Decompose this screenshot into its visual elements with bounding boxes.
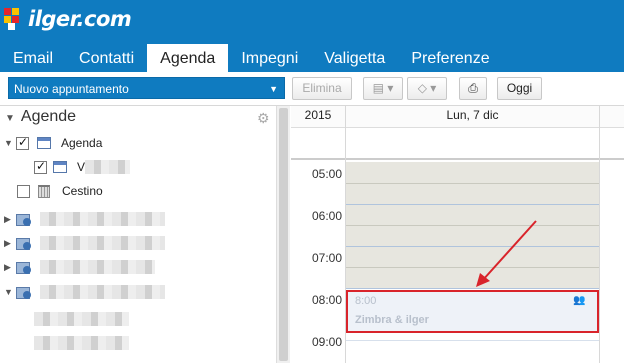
redacted-text (40, 285, 165, 299)
annotation-arrow (476, 220, 537, 287)
sidebar-shared-item[interactable]: ▶ (4, 210, 165, 228)
new-appointment-button[interactable]: Nuovo appuntamento ▼ (8, 77, 285, 99)
new-appointment-label: Nuovo appuntamento (14, 82, 129, 96)
redacted-text (40, 212, 165, 226)
tag-icon: ◇ ▾ (417, 81, 437, 95)
attendees-icon: 👥 (573, 295, 586, 306)
tab-valigetta[interactable]: Valigetta (311, 44, 398, 72)
tab-contatti[interactable]: Contatti (66, 44, 147, 72)
tag-button[interactable]: ◇ ▾ (407, 77, 447, 100)
shared-calendar-icon (16, 236, 32, 250)
expand-icon[interactable]: ▶ (4, 262, 16, 273)
checkbox[interactable] (16, 135, 29, 150)
redacted-text (40, 260, 155, 274)
hour-label: 08:00 (311, 293, 342, 307)
hour-label: 07:00 (311, 251, 342, 265)
shared-calendar-icon (16, 285, 32, 299)
logo: ilger.com (4, 6, 132, 32)
checkbox[interactable] (17, 184, 30, 198)
appointment-title: Zimbra & ilger (355, 314, 429, 326)
collapse-icon[interactable]: ▼ (5, 113, 15, 124)
divider (599, 106, 600, 363)
expand-icon[interactable]: ▶ (4, 214, 16, 225)
logo-text: ilger.com (28, 7, 132, 31)
calendar-day-header[interactable]: Lun, 7 dic (346, 108, 599, 122)
today-button[interactable]: Oggi (497, 77, 542, 100)
sidebar-item-agenda[interactable]: ▼ Agenda (4, 134, 102, 152)
shared-calendar-icon (16, 260, 32, 274)
move-button[interactable]: ▤ ▾ (363, 77, 403, 100)
move-icon: ▤ ▾ (372, 81, 394, 95)
gear-icon[interactable]: ⚙ (257, 110, 270, 127)
sidebar-item-label: Agenda (61, 136, 103, 150)
chevron-down-icon[interactable]: ▼ (269, 78, 278, 100)
scrollbar-thumb[interactable] (279, 108, 288, 361)
all-day-row[interactable] (291, 128, 624, 160)
redacted-text (34, 312, 129, 326)
sidebar-item-cestino[interactable]: Cestino (17, 182, 103, 200)
calendar-year: 2015 (304, 108, 332, 122)
tab-agenda[interactable]: Agenda (147, 44, 229, 72)
collapse-icon[interactable]: ▼ (4, 138, 16, 148)
print-button[interactable]: ⎙ (459, 77, 487, 100)
sidebar-shared-item[interactable]: ▶ (4, 234, 165, 252)
hour-label: 05:00 (311, 167, 342, 181)
tab-impegni[interactable]: Impegni (228, 44, 311, 72)
divider (346, 183, 599, 184)
sidebar-heading[interactable]: ▼ Agende (5, 108, 76, 126)
calendar-icon (37, 137, 51, 149)
sidebar-scrollbar[interactable] (276, 106, 290, 363)
tab-email[interactable]: Email (0, 44, 66, 72)
shared-calendar-icon (16, 212, 32, 226)
checkbox[interactable] (34, 159, 47, 174)
redacted-text (40, 236, 165, 250)
sidebar-item-label: V (77, 160, 86, 174)
hour-label: 09:00 (311, 335, 342, 349)
sidebar-item-calendar-v[interactable]: V (34, 158, 131, 176)
hour-label: 06:00 (311, 209, 342, 223)
trash-icon (38, 184, 50, 198)
calendar-icon (53, 161, 67, 173)
redacted-text (34, 336, 129, 350)
divider (346, 340, 599, 341)
collapse-icon[interactable]: ▼ (4, 287, 16, 297)
appointment[interactable] (346, 290, 599, 333)
sidebar-subitem[interactable] (34, 310, 129, 328)
sidebar-subitem[interactable] (34, 334, 129, 352)
divider (346, 204, 599, 205)
redacted-text (85, 160, 131, 174)
main-tabs: Email Contatti Agenda Impegni Valigetta … (0, 44, 503, 72)
logo-icon (4, 8, 26, 30)
delete-button[interactable]: Elimina (292, 77, 352, 100)
sidebar-item-label: Cestino (62, 184, 103, 198)
sidebar-shared-item[interactable]: ▶ (4, 258, 155, 276)
tab-preferenze[interactable]: Preferenze (398, 44, 502, 72)
sidebar-shared-item[interactable]: ▼ (4, 283, 165, 301)
print-icon: ⎙ (468, 81, 478, 95)
appointment-time: 8:00 (355, 295, 377, 307)
expand-icon[interactable]: ▶ (4, 238, 16, 249)
